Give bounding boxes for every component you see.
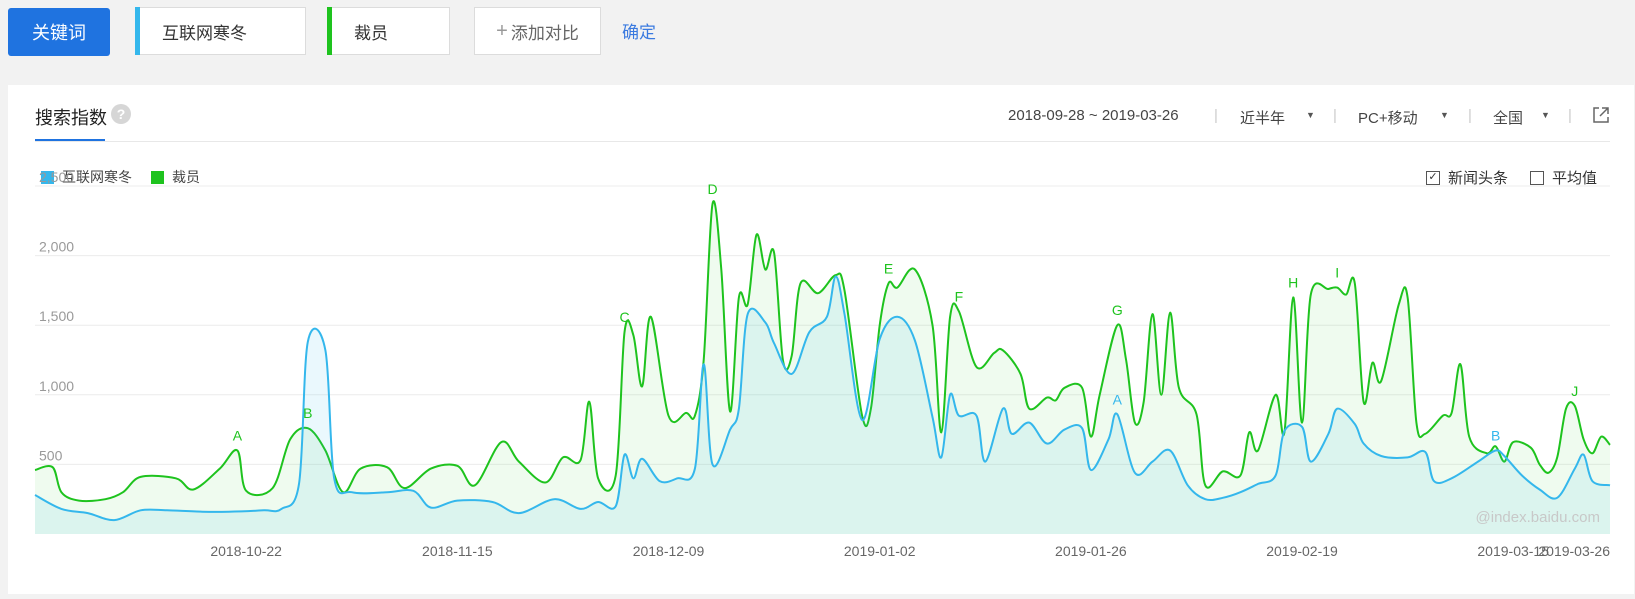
filter-separator: | [1214,107,1218,124]
card-divider [35,141,1610,142]
news-annotation-label: H [1288,274,1298,290]
x-tick-label: 2018-12-09 [633,543,705,559]
term-color-bar [327,7,332,55]
x-tick-label: 2018-11-15 [422,543,493,559]
x-tick-label: 2019-02-19 [1266,543,1338,559]
y-tick-label: 1,500 [39,308,74,324]
keyword-button[interactable]: 关键词 [8,8,110,56]
x-tick-label: 2019-03-26 [1538,543,1610,559]
news-annotation-label: A [233,427,243,443]
y-tick-label: 500 [39,447,63,463]
filter-separator: | [1333,107,1337,124]
confirm-link[interactable]: 确定 [622,18,656,43]
caret-down-icon: ▼ [1541,110,1550,120]
search-index-card: 搜索指数 ? 2018-09-28 ~ 2019-03-26 | 近半年 ▼ |… [8,85,1634,594]
add-compare-label: 添加对比 [510,23,579,43]
news-annotation-label: A [1113,391,1123,407]
news-annotation-label: G [1112,302,1123,318]
help-icon[interactable]: ? [111,104,131,124]
x-tick-label: 2019-01-02 [844,543,916,559]
x-tick-label: 2019-01-26 [1055,543,1127,559]
filter-separator: | [1468,107,1472,124]
trend-chart[interactable]: 2,500 2,000 1,500 1,000 500 A B C D E F G H I J A B 2018-… [8,169,1634,594]
external-link-icon[interactable] [1591,105,1611,125]
term-label: 互联网寒冬 [162,23,247,43]
news-annotation-label: J [1571,383,1578,399]
y-tick-label: 2,000 [39,239,74,255]
news-annotation-label: I [1335,265,1339,281]
news-annotation-label: F [955,288,964,304]
add-compare-button[interactable]: + 添加对比 [474,7,601,55]
term-box-1[interactable]: 互联网寒冬 [135,7,306,55]
compare-toolbar: 关键词 互联网寒冬 裁员 + 添加对比 确定 [0,0,1635,72]
term-label: 裁员 [354,23,388,43]
term-box-2[interactable]: 裁员 [327,7,450,55]
device-select[interactable]: PC+移动 [1358,107,1418,128]
term-color-bar [135,7,140,55]
watermark: @index.baidu.com [1476,509,1600,526]
news-annotation-label: B [303,405,312,421]
x-tick-label: 2018-10-22 [210,543,282,559]
region-select[interactable]: 全国 [1493,107,1523,128]
news-annotation-label: C [619,309,629,325]
news-annotation-label: B [1491,427,1500,443]
chart-area: 2,500 2,000 1,500 1,000 500 A B C D E F G H I J A B 2018-… [8,169,1634,599]
news-annotation-label: E [884,260,893,276]
filter-separator: | [1568,107,1572,124]
y-tick-label: 1,000 [39,378,74,394]
caret-down-icon: ▼ [1306,110,1315,120]
y-tick-label: 2,500 [39,170,74,185]
date-range[interactable]: 2018-09-28 ~ 2019-03-26 [1008,107,1179,124]
news-annotation-label: D [707,181,717,197]
plus-icon: + [496,19,508,42]
card-title: 搜索指数 [35,108,107,128]
caret-down-icon: ▼ [1440,110,1449,120]
period-select[interactable]: 近半年 [1240,107,1285,128]
